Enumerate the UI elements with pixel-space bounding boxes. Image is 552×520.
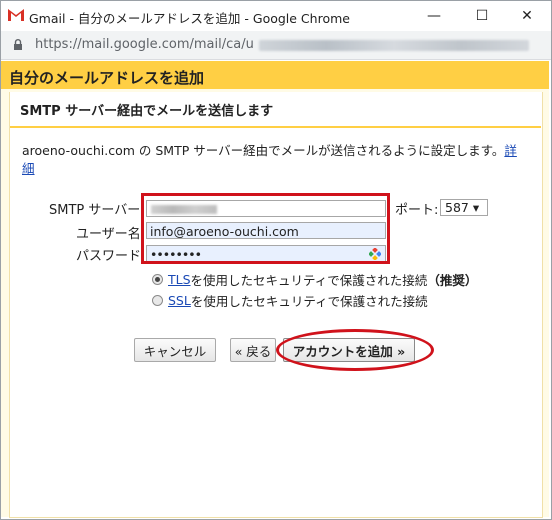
gmail-icon <box>8 9 24 21</box>
lock-icon <box>14 39 22 50</box>
maximize-button[interactable]: ☐ <box>459 1 505 31</box>
dialog-header: 自分のメールアドレスを追加 <box>1 61 549 89</box>
password-label: パスワード: <box>76 249 146 264</box>
ssl-link[interactable]: SSL <box>168 293 191 308</box>
description: aroeno-ouchi.com の SMTP サーバー経由でメールが送信される… <box>22 142 527 178</box>
cancel-button[interactable]: キャンセル <box>134 338 216 362</box>
ssl-radio[interactable] <box>152 295 163 306</box>
port-select[interactable]: 587 ▾ <box>440 199 488 216</box>
subheading: SMTP サーバー経由でメールを送信します <box>20 104 274 119</box>
add-account-highlight-circle <box>276 329 434 371</box>
tls-radio[interactable] <box>152 274 163 285</box>
tls-option[interactable]: TLS を使用したセキュリティで保護された接続 （推奨） <box>152 270 477 289</box>
url-text[interactable]: https://mail.google.com/mail/ca/u <box>35 37 254 52</box>
description-text: aroeno-ouchi.com の SMTP サーバー経由でメールが送信される… <box>22 143 505 158</box>
ssl-option[interactable]: SSL を使用したセキュリティで保護された接続 <box>152 291 428 310</box>
minimize-button[interactable]: — <box>411 1 457 31</box>
credentials-highlight-box <box>141 193 390 264</box>
dialog-title: 自分のメールアドレスを追加 <box>9 69 205 87</box>
close-button[interactable]: ✕ <box>504 1 550 31</box>
divider <box>10 126 541 128</box>
window-title: Gmail - 自分のメールアドレスを追加 - Google Chrome <box>29 11 350 26</box>
title-bar: Gmail - 自分のメールアドレスを追加 - Google Chrome — … <box>1 1 551 31</box>
tls-text: を使用したセキュリティで保護された接続 <box>190 273 428 288</box>
ssl-text: を使用したセキュリティで保護された接続 <box>190 294 428 309</box>
port-label: ポート: <box>395 203 439 218</box>
address-bar[interactable]: https://mail.google.com/mail/ca/u <box>1 31 551 60</box>
url-blurred-part <box>259 40 529 51</box>
smtp-server-label: SMTP サーバー <box>49 203 141 218</box>
tls-link[interactable]: TLS <box>168 272 191 287</box>
back-button[interactable]: « 戻る <box>230 338 276 362</box>
username-label: ユーザー名: <box>76 227 146 242</box>
tls-recommended: （推奨） <box>427 273 478 288</box>
